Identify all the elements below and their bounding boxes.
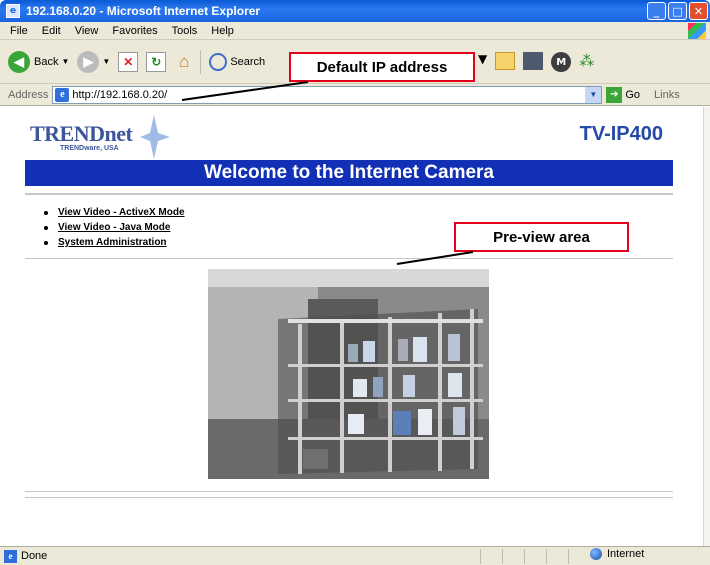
- menu-edit[interactable]: Edit: [42, 25, 61, 37]
- forward-arrow-icon: ▶: [77, 50, 100, 73]
- messenger-icon[interactable]: M: [551, 52, 572, 72]
- status-panels: [480, 549, 590, 564]
- home-icon: ⌂: [179, 51, 190, 71]
- bullet-icon: [44, 240, 48, 245]
- zone-label: Internet: [607, 548, 645, 560]
- globe-icon: [590, 548, 602, 560]
- divider: [25, 497, 673, 498]
- divider: [25, 193, 673, 195]
- callout-preview-pointer: [396, 251, 474, 265]
- model-name: TV-IP400: [579, 123, 663, 145]
- go-button[interactable]: ➔ Go: [606, 86, 641, 103]
- back-arrow-icon: ◀: [8, 50, 30, 73]
- toolbar-dropdown-icon[interactable]: ▼: [478, 52, 487, 72]
- logo-brand: TRENDnet: [30, 121, 133, 146]
- back-button[interactable]: ◀ Back ▼: [8, 50, 69, 73]
- status-panel: [502, 549, 524, 564]
- page-done-icon: e: [4, 549, 17, 563]
- ie-app-icon: e: [6, 4, 20, 18]
- go-label: Go: [625, 88, 641, 101]
- menu-tools[interactable]: Tools: [172, 25, 198, 37]
- stop-button[interactable]: ✕: [118, 51, 139, 72]
- window-title: 192.168.0.20 - Microsoft Internet Explor…: [26, 4, 261, 18]
- page-content: TRENDnet TRENDware, USA TV-IP400 Welcome…: [0, 107, 703, 546]
- camera-scene: [208, 269, 489, 479]
- address-bar: Address e http://192.168.0.20/ ▼ ➔ Go Li…: [0, 84, 710, 106]
- address-url: http://192.168.0.20/: [72, 88, 168, 101]
- callout-preview-area: Pre-view area: [454, 222, 629, 252]
- menu-view[interactable]: View: [75, 25, 99, 37]
- nav-item-admin: System Administration: [44, 235, 185, 250]
- divider: [25, 258, 673, 259]
- menu-file[interactable]: File: [10, 25, 28, 37]
- folder-icon[interactable]: [495, 52, 516, 70]
- status-bar: e Done Internet: [0, 546, 710, 565]
- toolbar-separator: [200, 49, 202, 74]
- links-button[interactable]: Links: [654, 89, 680, 101]
- link-view-video-java[interactable]: View Video - Java Mode: [58, 222, 170, 233]
- back-label: Back: [34, 55, 59, 68]
- search-button[interactable]: Search: [209, 52, 266, 71]
- address-input[interactable]: e http://192.168.0.20/ ▼: [52, 85, 603, 104]
- search-icon: [209, 52, 228, 71]
- close-button[interactable]: ✕: [689, 2, 708, 20]
- status-panel: [546, 549, 568, 564]
- trendnet-logo: TRENDnet TRENDware, USA: [30, 115, 170, 159]
- media-icon[interactable]: [523, 52, 544, 70]
- back-dropdown-icon[interactable]: ▼: [61, 57, 69, 66]
- camera-preview-image: [208, 269, 489, 479]
- refresh-button[interactable]: ↻: [146, 51, 167, 72]
- status-panel: [524, 549, 546, 564]
- callout-default-ip: Default IP address: [289, 52, 475, 82]
- nav-list: View Video - ActiveX Mode View Video - J…: [44, 205, 185, 250]
- status-panel: [480, 549, 502, 564]
- address-dropdown-icon[interactable]: ▼: [585, 86, 602, 103]
- go-arrow-icon: ➔: [606, 86, 623, 103]
- status-text: Done: [21, 550, 48, 562]
- link-system-administration[interactable]: System Administration: [58, 237, 167, 248]
- callout-ip-pointer: [181, 81, 309, 101]
- nav-item-activex: View Video - ActiveX Mode: [44, 205, 185, 220]
- logo-star-icon: [140, 115, 170, 159]
- forward-dropdown-icon[interactable]: ▼: [102, 57, 110, 66]
- refresh-icon: ↻: [146, 51, 167, 72]
- search-label: Search: [230, 55, 266, 68]
- address-label: Address: [8, 88, 49, 101]
- menu-favorites[interactable]: Favorites: [112, 25, 157, 37]
- window-controls: _ □ ✕: [647, 2, 708, 20]
- nav-item-java: View Video - Java Mode: [44, 220, 185, 235]
- status-panel: [568, 549, 590, 564]
- menu-bar: File Edit View Favorites Tools Help: [0, 22, 710, 40]
- link-view-video-activex[interactable]: View Video - ActiveX Mode: [58, 207, 185, 218]
- window-title-bar[interactable]: e 192.168.0.20 - Microsoft Internet Expl…: [0, 0, 710, 22]
- maximize-button[interactable]: □: [668, 2, 687, 20]
- vertical-scrollbar[interactable]: [703, 107, 710, 546]
- people-icon[interactable]: ⁂: [579, 52, 599, 70]
- divider: [25, 491, 673, 492]
- toolbar-right-icons: ▼ M ⁂: [478, 52, 599, 72]
- menu-help[interactable]: Help: [211, 25, 234, 37]
- security-zone: Internet: [590, 548, 644, 560]
- bullet-icon: [44, 210, 48, 215]
- stop-icon: ✕: [118, 51, 139, 72]
- forward-button[interactable]: ▶ ▼: [77, 50, 110, 73]
- minimize-button[interactable]: _: [647, 2, 666, 20]
- windows-logo-icon: [688, 23, 706, 39]
- page-icon: e: [55, 87, 70, 102]
- bullet-icon: [44, 225, 48, 230]
- home-button[interactable]: ⌂: [174, 52, 194, 72]
- welcome-banner: Welcome to the Internet Camera: [25, 160, 673, 186]
